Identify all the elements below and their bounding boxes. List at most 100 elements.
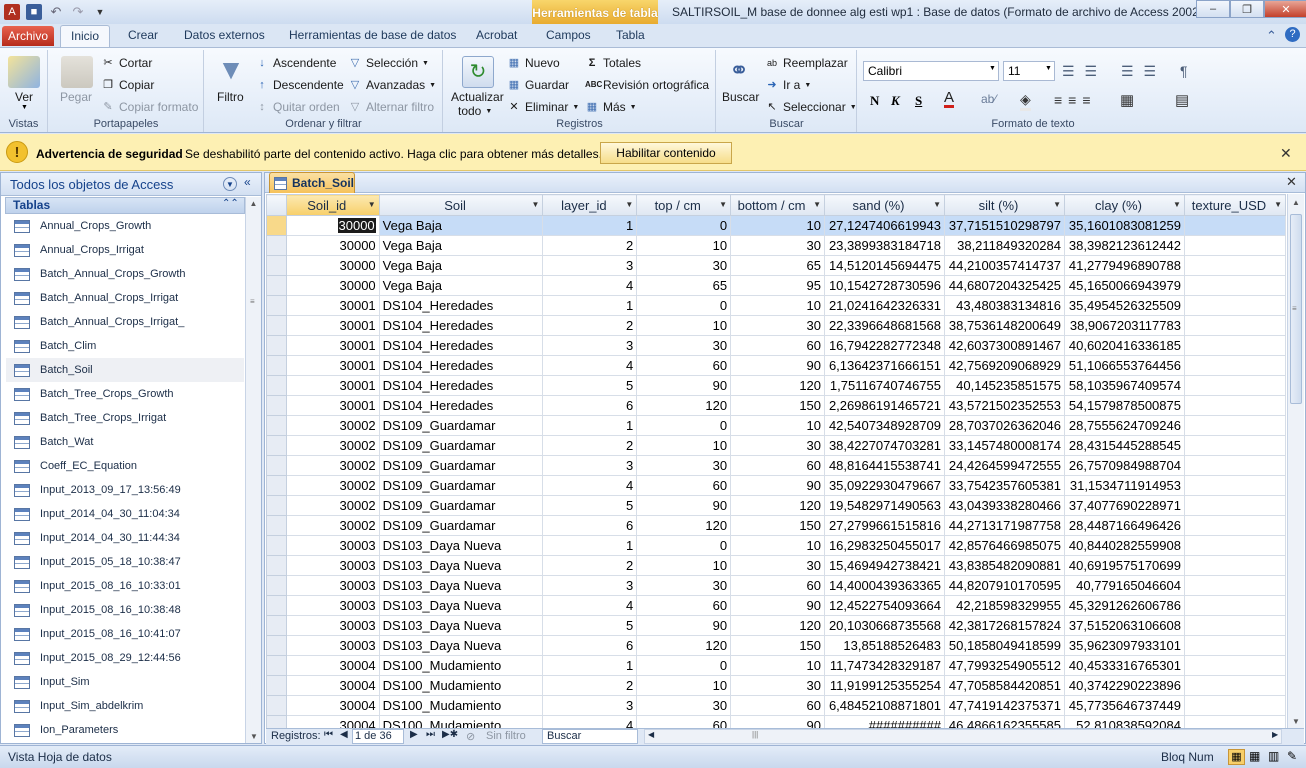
nav-item-table[interactable]: Batch_Annual_Crops_Irrigat — [6, 286, 244, 310]
table-cell[interactable]: DS109_Guardamar — [378, 515, 544, 536]
table-cell[interactable]: 65 — [730, 255, 826, 276]
table-cell[interactable]: 44,2713171987758 — [944, 515, 1065, 536]
column-dropdown-icon[interactable]: ▼ — [1173, 200, 1181, 209]
table-cell[interactable]: 1 — [542, 535, 638, 556]
row-selector[interactable] — [266, 455, 287, 476]
row-selector[interactable] — [266, 615, 287, 636]
last-record-icon[interactable]: ⏭ — [426, 729, 435, 740]
collapse-group-icon[interactable]: ⌃⌃ — [222, 198, 239, 209]
alternate-row-color-icon[interactable]: ▤ — [1175, 91, 1189, 109]
table-cell[interactable]: 30000 — [285, 255, 380, 276]
table-cell[interactable] — [1183, 395, 1286, 416]
row-selector[interactable] — [266, 335, 287, 356]
table-cell[interactable] — [1183, 315, 1286, 336]
table-cell[interactable]: 30001 — [285, 335, 380, 356]
document-tab-batch-soil[interactable]: Batch_Soil — [269, 172, 355, 193]
table-cell[interactable]: DS109_Guardamar — [378, 415, 544, 436]
table-cell[interactable]: 30003 — [285, 575, 380, 596]
table-cell[interactable]: DS104_Heredades — [378, 295, 544, 316]
table-cell[interactable]: 10 — [636, 235, 732, 256]
table-row[interactable]: 30002 DS109_Guardamar 6 120 150 27,2799661515… — [266, 515, 1286, 536]
tab-campos[interactable]: Campos — [536, 25, 601, 46]
table-cell[interactable]: 47,7993254905512 — [944, 655, 1065, 676]
column-dropdown-icon[interactable]: ▼ — [532, 200, 540, 209]
table-cell[interactable] — [1183, 295, 1286, 316]
access-app-icon[interactable]: A — [4, 4, 20, 20]
table-cell[interactable]: 30003 — [285, 535, 380, 556]
table-cell[interactable] — [1183, 615, 1286, 636]
table-cell[interactable]: 28,4487166496426 — [1063, 515, 1185, 536]
buscar-button[interactable]: Buscar — [722, 90, 759, 104]
table-cell[interactable]: 14,4000439363365 — [824, 575, 945, 596]
horizontal-scrollbar[interactable] — [644, 729, 1282, 744]
table-cell[interactable] — [1183, 695, 1286, 716]
table-row[interactable]: 30000 Vega Baja 4 65 95 10,1542728730596 44,68… — [266, 275, 1286, 296]
table-cell[interactable]: 2 — [542, 675, 638, 696]
table-cell[interactable]: DS103_Daya Nueva — [378, 615, 544, 636]
security-message[interactable]: Se deshabilitó parte del contenido activ… — [185, 147, 602, 161]
table-row[interactable]: 30003 DS103_Daya Nueva 1 0 10 16,298325045501… — [266, 535, 1286, 556]
ver-button[interactable]: Ver — [15, 90, 33, 104]
table-cell[interactable] — [1183, 575, 1286, 596]
table-cell[interactable]: 30001 — [285, 295, 380, 316]
table-cell[interactable] — [1183, 355, 1286, 376]
table-cell[interactable]: DS100_Mudamiento — [378, 655, 544, 676]
table-cell[interactable]: 10 — [636, 675, 732, 696]
search-input[interactable]: Buscar — [542, 729, 638, 744]
filter-funnel-icon[interactable]: ▼ — [217, 56, 245, 86]
table-cell[interactable]: 2 — [542, 235, 638, 256]
row-selector[interactable] — [266, 275, 287, 296]
table-cell[interactable]: 28,7037026362046 — [944, 415, 1065, 436]
nav-item-table[interactable]: Input_2015_08_16_10:41:07 — [6, 622, 244, 646]
binoculars-icon[interactable]: ⚭ — [724, 56, 754, 86]
table-cell[interactable]: 41,2779496890788 — [1063, 255, 1185, 276]
row-selector[interactable] — [266, 655, 287, 676]
column-header[interactable]: Soil_id ▼ — [285, 194, 380, 216]
table-cell[interactable]: 45,7735646737449 — [1063, 695, 1185, 716]
cortar-button[interactable]: Cortar — [119, 56, 152, 70]
table-cell[interactable]: 37,7151510298797 — [944, 215, 1065, 236]
table-cell[interactable]: 30000 — [285, 215, 380, 236]
table-cell[interactable] — [1183, 655, 1286, 676]
table-cell[interactable]: 0 — [636, 535, 732, 556]
column-header[interactable]: top / cm ▼ — [636, 194, 732, 216]
table-cell[interactable]: 95 — [730, 275, 826, 296]
table-cell[interactable]: 120 — [730, 495, 826, 516]
table-cell[interactable]: 43,480383134816 — [944, 295, 1065, 316]
table-cell[interactable] — [1183, 495, 1286, 516]
nav-item-table[interactable]: Input_2015_08_16_10:38:48 — [6, 598, 244, 622]
table-cell[interactable]: 15,4694942738421 — [824, 555, 945, 576]
table-cell[interactable]: 30001 — [285, 315, 380, 336]
scroll-up-icon[interactable]: ▲ — [1288, 198, 1304, 207]
row-selector[interactable] — [266, 515, 287, 536]
redo-icon[interactable]: ↷ — [70, 4, 86, 20]
table-cell[interactable]: 6,13642371666151 — [824, 355, 945, 376]
table-cell[interactable]: 40,779165046604 — [1063, 575, 1185, 596]
table-cell[interactable]: 33,7542357605381 — [944, 475, 1065, 496]
table-cell[interactable]: 52,810838592084 — [1063, 715, 1185, 728]
table-cell[interactable]: 0 — [636, 655, 732, 676]
table-row[interactable]: 30001 DS104_Heredades 6 120 150 2,26986191465… — [266, 395, 1286, 416]
table-cell[interactable]: 5 — [542, 615, 638, 636]
table-row[interactable]: 30002 DS109_Guardamar 3 30 60 48,816441553874… — [266, 455, 1286, 476]
table-cell[interactable]: 4 — [542, 715, 638, 728]
next-record-icon[interactable]: ▶ — [410, 729, 418, 740]
table-cell[interactable]: 35,1601083081259 — [1063, 215, 1185, 236]
filter-status[interactable]: Sin filtro — [486, 730, 526, 742]
table-cell[interactable]: 30002 — [285, 415, 380, 436]
customize-qat-icon[interactable]: ▼ — [92, 4, 108, 20]
table-cell[interactable]: 35,9623097933101 — [1063, 635, 1185, 656]
tab-crear[interactable]: Crear — [118, 25, 168, 46]
row-selector[interactable] — [266, 315, 287, 336]
row-selector[interactable] — [266, 295, 287, 316]
table-cell[interactable]: 16,2983250455017 — [824, 535, 945, 556]
tab-archivo[interactable]: Archivo — [2, 26, 54, 46]
tab-acrobat[interactable]: Acrobat — [466, 25, 527, 46]
close-icon[interactable]: ✕ — [1280, 145, 1292, 162]
row-selector[interactable] — [266, 695, 287, 716]
nav-pane-menu-icon[interactable]: ▼ — [223, 177, 237, 191]
column-dropdown-icon[interactable]: ▼ — [933, 200, 941, 209]
table-cell[interactable]: 40,6919575170699 — [1063, 555, 1185, 576]
table-cell[interactable]: 42,8576466985075 — [944, 535, 1065, 556]
table-cell[interactable]: 30003 — [285, 555, 380, 576]
